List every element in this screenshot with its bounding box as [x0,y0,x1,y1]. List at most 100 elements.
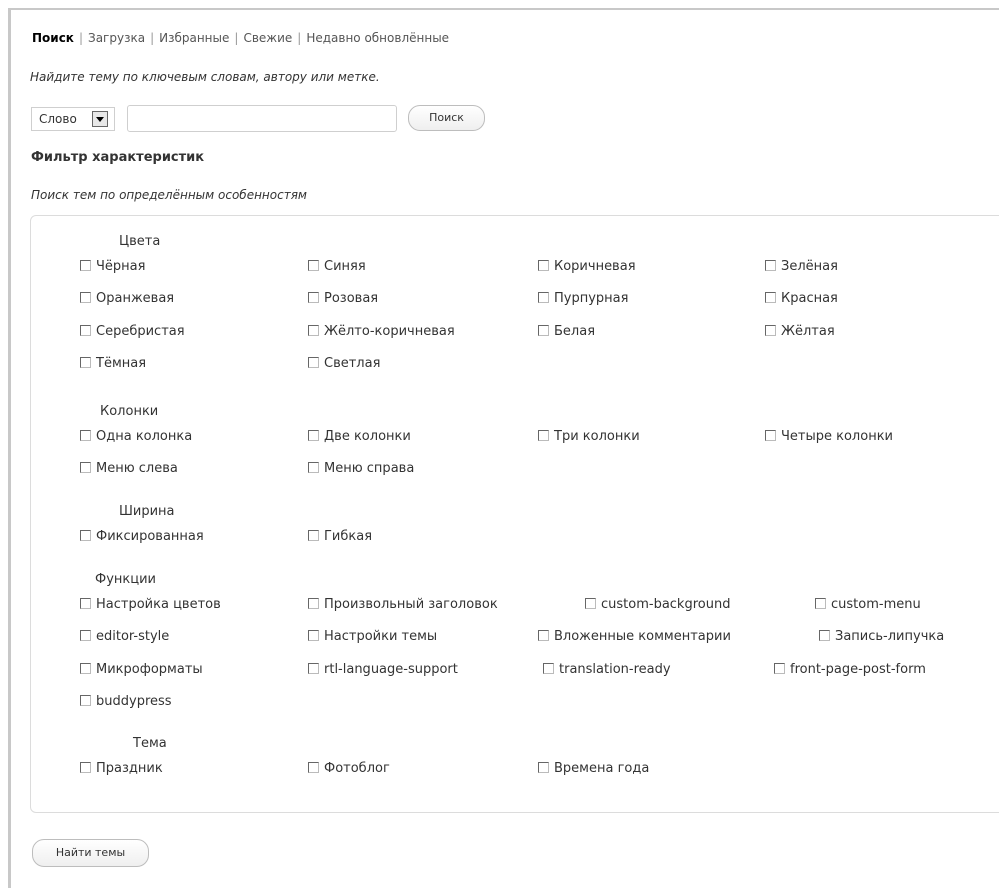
checkbox-box[interactable] [308,598,319,609]
tab-recently-updated[interactable]: Недавно обновлённые [306,31,449,45]
checkbox-color-black[interactable]: Чёрная [80,259,145,274]
tab-featured[interactable]: Избранные [159,31,229,45]
checkbox-sticky-post[interactable]: Запись-липучка [819,629,944,644]
checkbox-front-page-post-form[interactable]: front-page-post-form [774,662,926,677]
checkbox-editor-style[interactable]: editor-style [80,629,169,644]
checkbox-color-brown[interactable]: Коричневая [538,259,636,274]
checkbox-box[interactable] [308,663,319,674]
checkbox-box[interactable] [308,260,319,271]
checkbox-box[interactable] [308,530,319,541]
checkbox-custom-menu[interactable]: custom-menu [815,597,921,612]
checkbox-label: Времена года [554,761,650,776]
checkbox-box[interactable] [80,430,91,441]
checkbox-label: Вложенные комментарии [554,629,731,644]
checkbox-custom-background[interactable]: custom-background [585,597,730,612]
checkbox-box[interactable] [80,260,91,271]
checkbox-four-columns[interactable]: Четыре колонки [765,429,893,444]
checkbox-label: buddypress [96,694,172,709]
checkbox-color-pink[interactable]: Розовая [308,291,378,306]
checkbox-rtl-language-support[interactable]: rtl-language-support [308,662,458,677]
checkbox-box[interactable] [765,292,776,303]
checkbox-box[interactable] [538,762,549,773]
checkbox-box[interactable] [308,292,319,303]
checkbox-label: front-page-post-form [790,662,926,677]
checkbox-box[interactable] [308,762,319,773]
checkbox-box[interactable] [308,325,319,336]
checkbox-color-orange[interactable]: Оранжевая [80,291,174,306]
checkbox-box[interactable] [80,325,91,336]
checkbox-two-columns[interactable]: Две колонки [308,429,411,444]
checkbox-box[interactable] [765,325,776,336]
group-title-width: Ширина [119,504,175,519]
checkbox-holiday[interactable]: Праздник [80,761,163,776]
checkbox-box[interactable] [80,530,91,541]
search-button[interactable]: Поиск [408,105,485,131]
checkbox-label: custom-menu [831,597,921,612]
checkbox-box[interactable] [538,430,549,441]
checkbox-left-sidebar[interactable]: Меню слева [80,461,178,476]
checkbox-color-tan[interactable]: Жёлто-коричневая [308,324,455,339]
checkbox-color-dark[interactable]: Тёмная [80,356,146,371]
checkbox-fixed-width[interactable]: Фиксированная [80,529,204,544]
checkbox-box[interactable] [538,292,549,303]
checkbox-color-white[interactable]: Белая [538,324,595,339]
checkbox-label: Фиксированная [96,529,204,544]
checkbox-box[interactable] [543,663,554,674]
checkbox-box[interactable] [765,260,776,271]
checkbox-microformats[interactable]: Микроформаты [80,662,203,677]
checkbox-box[interactable] [80,598,91,609]
checkbox-box[interactable] [538,630,549,641]
checkbox-color-blue[interactable]: Синяя [308,259,366,274]
find-themes-button[interactable]: Найти темы [32,839,149,867]
checkbox-box[interactable] [538,325,549,336]
checkbox-color-silver[interactable]: Серебристая [80,324,185,339]
checkbox-custom-header[interactable]: Произвольный заголовок [308,597,498,612]
checkbox-box[interactable] [80,762,91,773]
tab-upload[interactable]: Загрузка [88,31,145,45]
tab-newest[interactable]: Свежие [243,31,292,45]
checkbox-box[interactable] [308,357,319,368]
checkbox-custom-colors[interactable]: Настройка цветов [80,597,221,612]
search-type-select[interactable]: Слово [31,107,115,131]
checkbox-box[interactable] [80,292,91,303]
checkbox-color-red[interactable]: Красная [765,291,838,306]
checkbox-three-columns[interactable]: Три колонки [538,429,640,444]
search-type-value: Слово [39,112,77,126]
checkbox-label: Меню слева [96,461,178,476]
tab-separator: | [234,31,239,45]
checkbox-box[interactable] [80,630,91,641]
checkbox-flexible-width[interactable]: Гибкая [308,529,372,544]
checkbox-label: Фотоблог [324,761,390,776]
checkbox-box[interactable] [80,357,91,368]
tab-search[interactable]: Поиск [32,31,74,45]
checkbox-box[interactable] [774,663,785,674]
checkbox-box[interactable] [308,462,319,473]
checkbox-box[interactable] [585,598,596,609]
checkbox-box[interactable] [80,695,91,706]
checkbox-box[interactable] [308,430,319,441]
checkbox-right-sidebar[interactable]: Меню справа [308,461,414,476]
checkbox-color-green[interactable]: Зелёная [765,259,838,274]
chevron-down-icon[interactable] [92,111,108,127]
checkbox-threaded-comments[interactable]: Вложенные комментарии [538,629,731,644]
checkbox-box[interactable] [765,430,776,441]
checkbox-label: Красная [781,291,838,306]
checkbox-box[interactable] [819,630,830,641]
search-input[interactable] [127,105,397,132]
checkbox-color-yellow[interactable]: Жёлтая [765,324,835,339]
checkbox-buddypress[interactable]: buddypress [80,694,172,709]
checkbox-box[interactable] [80,462,91,473]
checkbox-color-light[interactable]: Светлая [308,356,380,371]
checkbox-seasonal[interactable]: Времена года [538,761,649,776]
checkbox-one-column[interactable]: Одна колонка [80,429,192,444]
checkbox-label: editor-style [96,629,170,644]
checkbox-box[interactable] [815,598,826,609]
checkbox-color-purple[interactable]: Пурпурная [538,291,628,306]
checkbox-box[interactable] [308,630,319,641]
group-title-columns: Колонки [100,404,159,419]
checkbox-theme-options[interactable]: Настройки темы [308,629,437,644]
checkbox-box[interactable] [80,663,91,674]
checkbox-box[interactable] [538,260,549,271]
checkbox-translation-ready[interactable]: translation-ready [543,662,671,677]
checkbox-photoblogging[interactable]: Фотоблог [308,761,390,776]
